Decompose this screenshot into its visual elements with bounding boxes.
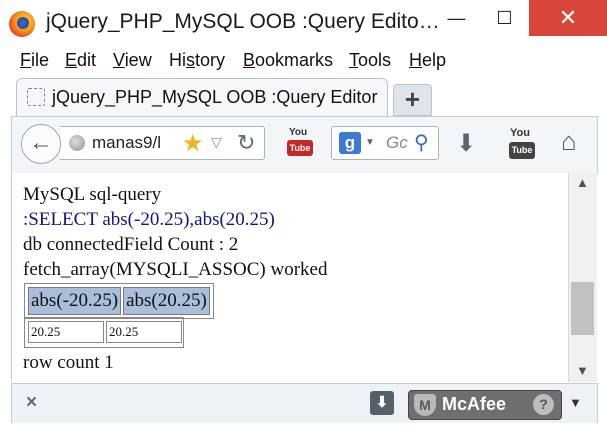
result-cell-input[interactable]: 20.25 [28,321,104,343]
addon-dropdown-icon[interactable]: ▼ [569,395,582,410]
menu-tools[interactable]: Tools [349,50,391,71]
menu-bar: File Edit View History Bookmarks Tools H… [0,45,607,76]
search-input[interactable]: Gc [386,133,408,153]
download-manager-icon[interactable]: ⬇ [370,391,394,415]
menu-bookmarks[interactable]: Bookmarks [243,50,333,71]
column-header: abs(-20.25) [28,287,122,315]
result-cell-input[interactable]: 20.25 [106,321,182,343]
youtube-addon-icon[interactable]: You Tube [287,127,313,159]
home-icon[interactable]: ⌂ [561,126,577,157]
navigation-toolbar: manas9/l ★ ▽ ↻ ← You Tube g ▼ Gc ⚲ ⬇ You… [11,116,598,174]
youtube-small-bottom: Tube [287,140,313,156]
menu-edit[interactable]: Edit [65,50,96,71]
fetch-status-text: fetch_array(MYSQLI_ASSOC) worked [23,259,328,280]
page-content: MySQL sql-query :SELECT abs(-20.25),abs(… [11,173,569,382]
scroll-up-icon[interactable]: ▲ [576,175,589,190]
search-engine-dropdown-icon[interactable]: ▼ [365,137,375,148]
youtube-small-top: You [289,127,308,138]
youtube-big-top: You [510,127,530,139]
query-text: :SELECT abs(-20.25),abs(20.25) [23,209,275,230]
new-tab-button[interactable]: + [393,84,432,116]
help-icon[interactable]: ? [533,394,554,415]
minimize-button[interactable]: — [433,0,480,36]
result-row: 20.25 20.25 [24,317,184,348]
vertical-scrollbar[interactable]: ▲ ▼ [568,173,597,382]
column-header: abs(20.25) [123,287,210,315]
url-text[interactable]: manas9/l [92,133,161,153]
menu-history[interactable]: History [169,50,225,71]
mcafee-button[interactable]: M McAfee ? [408,390,562,420]
result-header-table: abs(-20.25) abs(20.25) [24,283,214,319]
row-count-text: row count 1 [23,352,114,373]
scroll-thumb[interactable] [571,282,594,335]
globe-icon[interactable] [69,135,85,151]
mcafee-label: McAfee [442,394,507,414]
content-line-heading: MySQL sql-query [23,184,162,205]
star-icon[interactable]: ★ [182,129,204,158]
tab-query-editor[interactable]: jQuery_PHP_MySQL OOB :Query Editor [16,78,388,117]
reload-icon[interactable]: ↻ [237,130,255,156]
search-box[interactable]: g ▼ Gc ⚲ [331,126,439,160]
google-icon[interactable]: g [339,132,361,154]
window-bottom-edge [0,423,607,434]
url-bar[interactable]: manas9/l ★ ▽ ↻ [60,126,265,160]
tab-label: jQuery_PHP_MySQL OOB :Query Editor [52,87,378,107]
menu-file[interactable]: File [20,50,49,71]
tab-strip: jQuery_PHP_MySQL OOB :Query Editor + [0,76,607,117]
menu-help[interactable]: Help [409,50,446,71]
back-button[interactable]: ← [21,124,61,164]
download-icon[interactable]: ⬇ [456,129,476,158]
firefox-logo-icon[interactable] [9,11,35,37]
close-button[interactable]: ✕ [529,0,607,36]
field-count-text: db connectedField Count : 2 [23,234,239,255]
youtube-big-bottom: Tube [509,142,535,159]
menu-view[interactable]: View [113,50,152,71]
close-addonbar-icon[interactable]: × [26,392,37,414]
mcafee-shield-icon: M [414,394,436,416]
url-dropdown-icon[interactable]: ▽ [211,134,222,151]
scroll-down-icon[interactable]: ▼ [576,363,589,378]
maximize-button[interactable]: ☐ [481,0,528,36]
title-bar: jQuery_PHP_MySQL OOB :Query Edito… — ☐ ✕ [0,0,607,45]
magnifier-icon[interactable]: ⚲ [414,130,429,155]
back-arrow-icon: ← [29,129,53,156]
blank-page-icon [27,88,45,106]
window-title: jQuery_PHP_MySQL OOB :Query Edito… [46,10,440,33]
addon-bar: × ⬇ M McAfee ? ▼ [11,383,598,424]
youtube-button-icon[interactable]: You Tube [509,127,535,161]
